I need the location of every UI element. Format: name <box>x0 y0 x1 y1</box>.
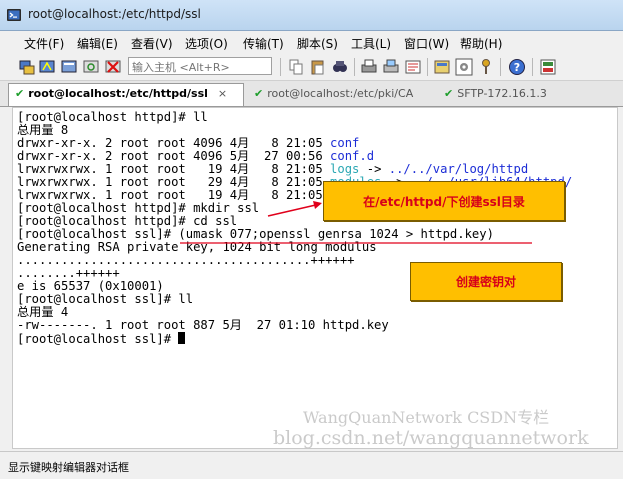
terminal-cursor <box>178 332 186 344</box>
connected-check-icon: ✔ <box>254 87 264 100</box>
terminal-prompt-line: [root@localhost ssl]# <box>17 332 186 346</box>
disconnect-icon[interactable] <box>104 58 122 76</box>
genkey-callout: 创建密钥对 <box>410 262 562 301</box>
menu-help[interactable]: 帮助(H) <box>460 35 502 52</box>
key-map-icon[interactable] <box>477 58 495 76</box>
tab-close-icon[interactable]: × <box>218 87 227 100</box>
help-icon[interactable]: ? <box>508 58 526 76</box>
watermark-line-2: blog.csdn.net/wangquannetwork <box>273 427 589 449</box>
tab-pki-ca[interactable]: ✔ root@localhost:/etc/pki/CA <box>250 84 435 105</box>
print-icon[interactable] <box>360 58 378 76</box>
watermark-line-1: WangQuanNetwork CSDN专栏 <box>303 408 550 427</box>
session-options-icon[interactable] <box>433 58 451 76</box>
copy-icon[interactable] <box>287 58 305 76</box>
paste-icon[interactable] <box>309 58 327 76</box>
connect-icon[interactable] <box>18 58 36 76</box>
tab-sftp[interactable]: ✔ SFTP-172.16.1.3 <box>440 84 560 105</box>
menu-edit[interactable]: 编辑(E) <box>77 35 118 52</box>
toolbar: ? <box>0 54 623 81</box>
tab-httpd-ssl[interactable]: ✔ root@localhost:/etc/httpd/ssl × <box>8 83 244 106</box>
menu-tools[interactable]: 工具(L) <box>351 35 391 52</box>
tab-label: root@localhost:/etc/pki/CA <box>267 87 414 100</box>
menu-file[interactable]: 文件(F) <box>24 35 64 52</box>
toolbar-divider <box>280 58 281 76</box>
menu-bar: 文件(F) 编辑(E) 查看(V) 选项(O) 传输(T) 脚本(S) 工具(L… <box>0 31 623 53</box>
sftp-icon[interactable] <box>539 58 557 76</box>
find-icon[interactable] <box>331 58 349 76</box>
toolbar-divider <box>500 58 501 76</box>
quick-connect-icon[interactable] <box>38 58 56 76</box>
menu-transfer[interactable]: 传输(T) <box>243 35 284 52</box>
terminal-app-icon <box>7 9 21 21</box>
securecrt-window: root@localhost:/etc/httpd/ssl 文件(F) 编辑(E… <box>0 0 623 479</box>
print-selection-icon[interactable] <box>382 58 400 76</box>
session-tab-bar: ✔ root@localhost:/etc/httpd/ssl × ✔ root@lo… <box>0 81 623 107</box>
status-bar: 显示键映射编辑器对话框 <box>0 451 623 479</box>
menu-view[interactable]: 查看(V) <box>131 35 173 52</box>
global-options-icon[interactable] <box>455 58 473 76</box>
title-bar: root@localhost:/etc/httpd/ssl <box>0 0 623 31</box>
window-title: root@localhost:/etc/httpd/ssl <box>28 7 201 21</box>
connected-check-icon: ✔ <box>15 87 25 100</box>
status-text: 显示键映射编辑器对话框 <box>8 461 129 474</box>
connect-tab-icon[interactable] <box>60 58 78 76</box>
toolbar-divider <box>427 58 428 76</box>
svg-text:?: ? <box>514 61 520 74</box>
reconnect-icon[interactable] <box>82 58 100 76</box>
tab-label: root@localhost:/etc/httpd/ssl <box>28 87 208 100</box>
connected-check-icon: ✔ <box>444 87 454 100</box>
menu-script[interactable]: 脚本(S) <box>297 35 338 52</box>
toolbar-divider <box>354 58 355 76</box>
tab-label: SFTP-172.16.1.3 <box>457 87 547 100</box>
terminal-line: -rw-------. 1 root root 887 5月 27 01:10 … <box>17 318 389 332</box>
toolbar-divider <box>532 58 533 76</box>
log-session-icon[interactable] <box>404 58 422 76</box>
menu-options[interactable]: 选项(O) <box>185 35 228 52</box>
host-input[interactable] <box>128 57 272 75</box>
mkdir-callout: 在/etc/httpd/下创建ssl目录 <box>323 181 565 221</box>
menu-window[interactable]: 窗口(W) <box>404 35 449 52</box>
